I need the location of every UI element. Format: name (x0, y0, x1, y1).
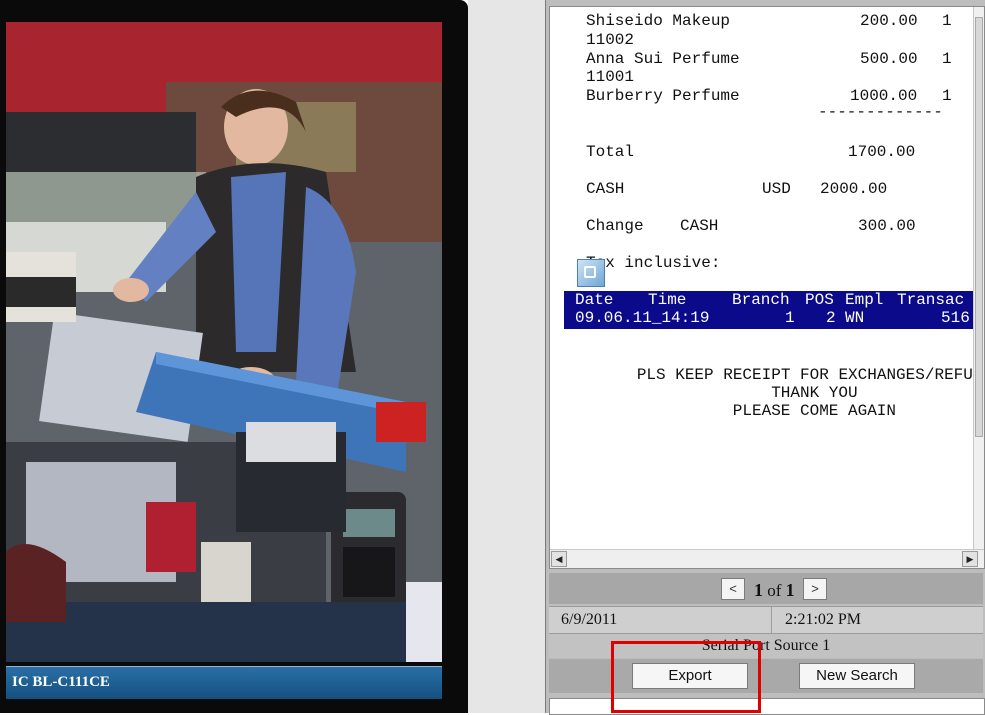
transaction-time: 2:21:02 PM (785, 611, 862, 628)
change-label: Change (586, 217, 644, 235)
transaction-date: 6/9/2011 (561, 611, 618, 628)
value-branch: 1 (785, 309, 795, 327)
value-pos: 2 (826, 309, 836, 327)
receipt-footer-line: PLS KEEP RECEIPT FOR EXCHANGES/REFUNDS (550, 347, 984, 384)
receipt-item: Shiseido Makeup 200.00 1 (550, 12, 952, 31)
receipt-separator: ------------- (550, 103, 943, 122)
receipt-total: Total 1700.00 (550, 143, 915, 162)
transaction-headers: Date Time Branch POS Empl Transac (564, 291, 964, 310)
separator-dashes: ------------- (818, 103, 943, 121)
header-time: Time (648, 291, 687, 309)
item-qty: 1 (942, 87, 952, 105)
header-empl: Empl (845, 291, 884, 309)
item-name: Shiseido Makeup (586, 12, 731, 30)
camera-caption-bar: IC BL-C111CE (6, 666, 442, 699)
value-transac: 516 (941, 309, 970, 327)
transaction-info-row[interactable]: Date Time Branch POS Empl Transac 09.06.… (564, 291, 978, 329)
transaction-values: 09.06.11_14:19 1 2 WN 516 (564, 309, 970, 328)
page-indicator: 1 of 1 (754, 580, 795, 601)
item-code: 11001 (586, 68, 635, 86)
receipt-item-code: 11002 (550, 31, 634, 50)
page-of-label: of (767, 581, 782, 600)
total-value: 1700.00 (848, 143, 916, 161)
camera-frame: IC BL-C111CE (0, 0, 468, 713)
receipt-text: Shiseido Makeup 200.00 1 11002 Anna Sui … (550, 7, 984, 549)
receipt-item-code: 11001 (550, 68, 634, 87)
next-page-button[interactable]: > (803, 578, 827, 600)
receipt-cash: CASH USD 2000.00 (550, 180, 887, 199)
total-label: Total (586, 143, 635, 161)
item-price: 200.00 (860, 12, 918, 30)
receipt-footer-line: PLEASE COME AGAIN (550, 383, 978, 420)
receipt-footer-line: THANK YOU (550, 365, 978, 402)
annotation-highlight-box (611, 641, 761, 713)
cash-label: CASH (586, 180, 625, 198)
current-page: 1 (754, 580, 763, 600)
change-method: CASH (680, 217, 719, 235)
value-empl: WN (845, 309, 865, 327)
item-name: Anna Sui Perfume (586, 50, 740, 68)
vertical-scroll-thumb[interactable] (975, 17, 983, 437)
image-icon[interactable] (577, 259, 605, 287)
item-qty: 1 (942, 12, 952, 30)
panel-gap (468, 0, 545, 713)
item-price: 500.00 (860, 50, 918, 68)
camera-video-feed[interactable] (6, 22, 442, 662)
header-branch: Branch (732, 291, 790, 309)
value-datetime: 09.06.11_14:19 (575, 309, 710, 327)
header-transac: Transac (897, 291, 965, 309)
receipt-item: Anna Sui Perfume 500.00 1 (550, 50, 952, 69)
scroll-left-icon[interactable]: ◀ (551, 551, 567, 567)
header-date: Date (575, 291, 614, 309)
camera-image (6, 22, 442, 662)
prev-page-button[interactable]: < (721, 578, 745, 600)
change-value: 300.00 (858, 217, 916, 235)
total-pages: 1 (785, 580, 795, 600)
transaction-datetime-row: 6/9/2011 2:21:02 PM (549, 606, 983, 634)
receipt-change: Change CASH 300.00 (550, 217, 916, 236)
column-divider (771, 607, 772, 633)
cash-value: 2000.00 (820, 180, 888, 198)
receipt-viewer[interactable]: Shiseido Makeup 200.00 1 11002 Anna Sui … (549, 6, 985, 569)
camera-name-label: IC BL-C111CE (12, 674, 110, 690)
item-qty: 1 (942, 50, 952, 68)
new-search-button[interactable]: New Search (799, 663, 915, 689)
footer-line-3: PLEASE COME AGAIN (732, 402, 897, 420)
horizontal-scrollbar[interactable]: ◀ ▶ (550, 549, 984, 568)
cash-currency: USD (762, 180, 791, 198)
tax-label: Tax inclusive: (586, 254, 721, 272)
header-pos: POS (805, 291, 834, 309)
pager: < 1 of 1 > (549, 573, 983, 604)
receipt-panel: Shiseido Makeup 200.00 1 11002 Anna Sui … (545, 0, 985, 715)
item-code: 11002 (586, 31, 635, 49)
vertical-scrollbar[interactable] (973, 7, 984, 549)
scroll-right-icon[interactable]: ▶ (962, 551, 978, 567)
